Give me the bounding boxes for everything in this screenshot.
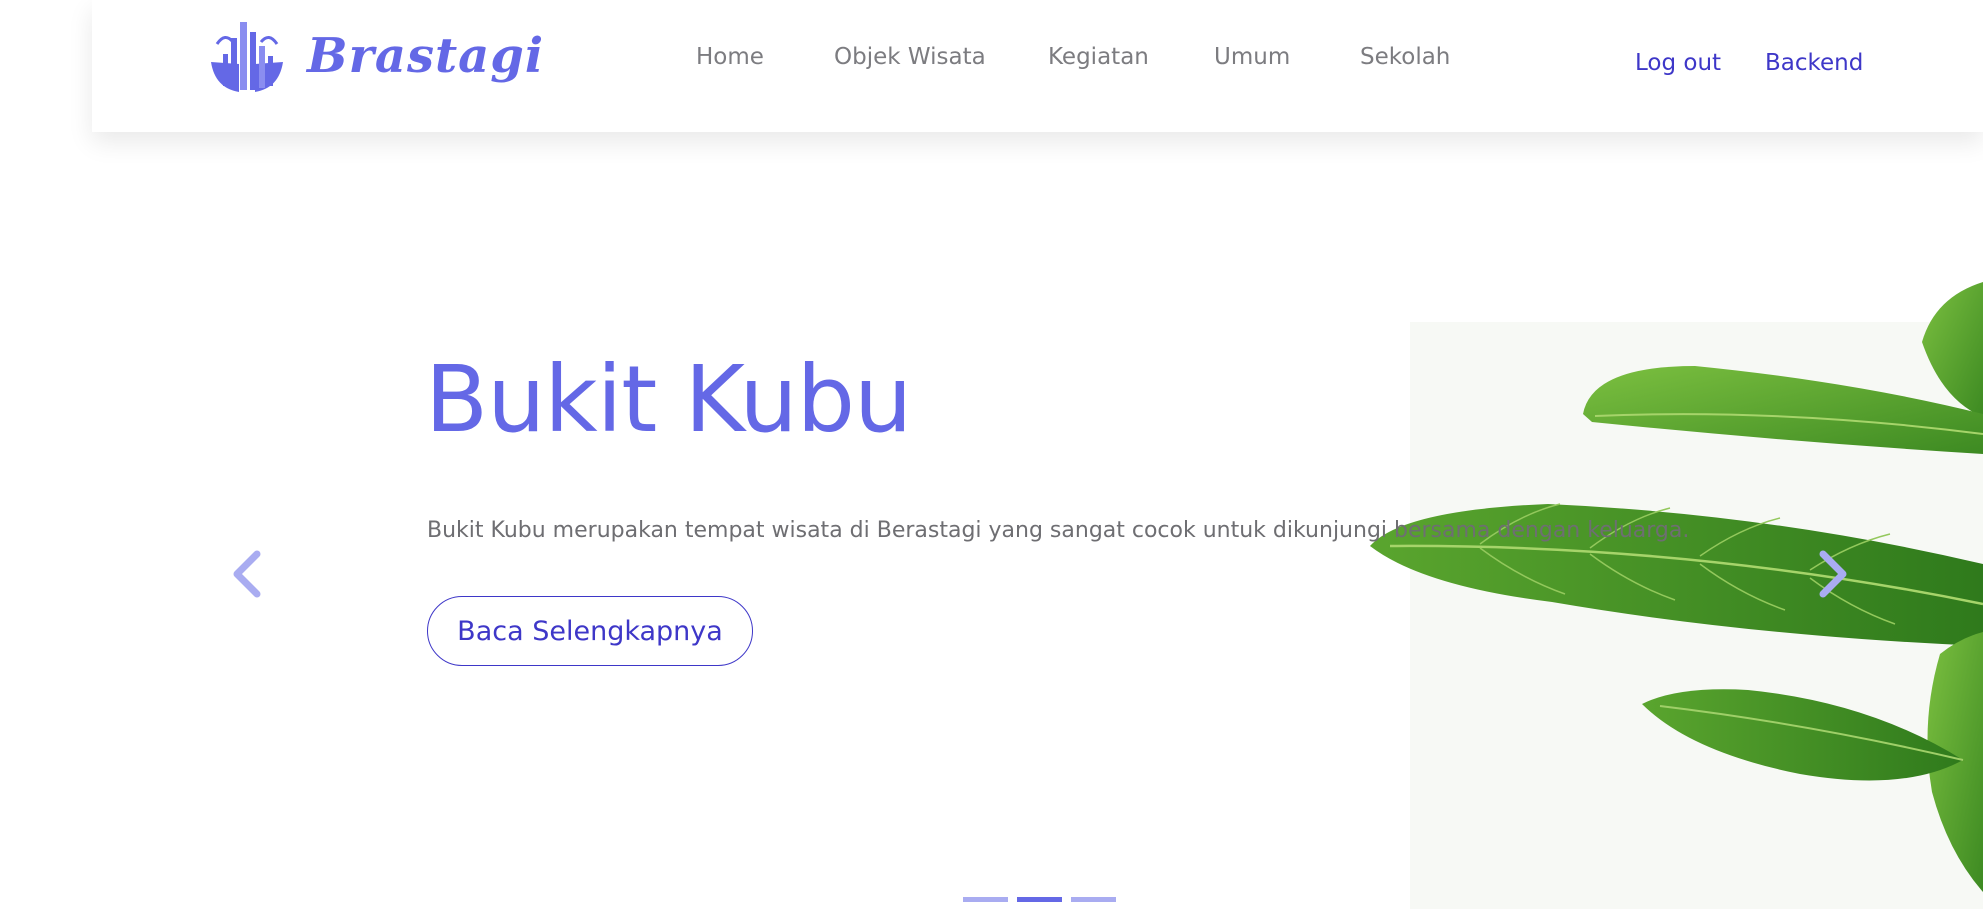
- nav-sekolah-link[interactable]: Sekolah: [1360, 44, 1450, 70]
- backend-link[interactable]: Backend: [1765, 50, 1863, 76]
- slide-title: Bukit Kubu: [425, 346, 912, 453]
- read-more-button[interactable]: Baca Selengkapnya: [427, 596, 753, 666]
- carousel-prev-button[interactable]: [222, 546, 272, 606]
- brand-name: Brastagi: [307, 28, 545, 84]
- carousel-indicator-3[interactable]: [1071, 897, 1116, 902]
- brand-logo-link[interactable]: Brastagi: [205, 14, 544, 98]
- slide-description: Bukit Kubu merupakan tempat wisata di Be…: [427, 518, 1690, 543]
- city-skyline-logo-icon: [205, 14, 289, 98]
- chevron-right-icon: [1815, 548, 1851, 604]
- carousel-indicators: [963, 897, 1116, 902]
- chevron-left-icon: [229, 548, 265, 604]
- carousel-next-button[interactable]: [1808, 546, 1858, 606]
- green-leaves-plant-image: [1330, 252, 1983, 909]
- carousel-indicator-2[interactable]: [1017, 897, 1062, 902]
- nav-objek-wisata-link[interactable]: Objek Wisata: [834, 44, 986, 70]
- hero-carousel: Bukit Kubu Bukit Kubu merupakan tempat w…: [0, 132, 1983, 909]
- nav-kegiatan-link[interactable]: Kegiatan: [1048, 44, 1149, 70]
- carousel-indicator-1[interactable]: [963, 897, 1008, 902]
- nav-home-link[interactable]: Home: [696, 44, 764, 70]
- nav-umum-link[interactable]: Umum: [1214, 44, 1290, 70]
- logout-link[interactable]: Log out: [1635, 50, 1721, 76]
